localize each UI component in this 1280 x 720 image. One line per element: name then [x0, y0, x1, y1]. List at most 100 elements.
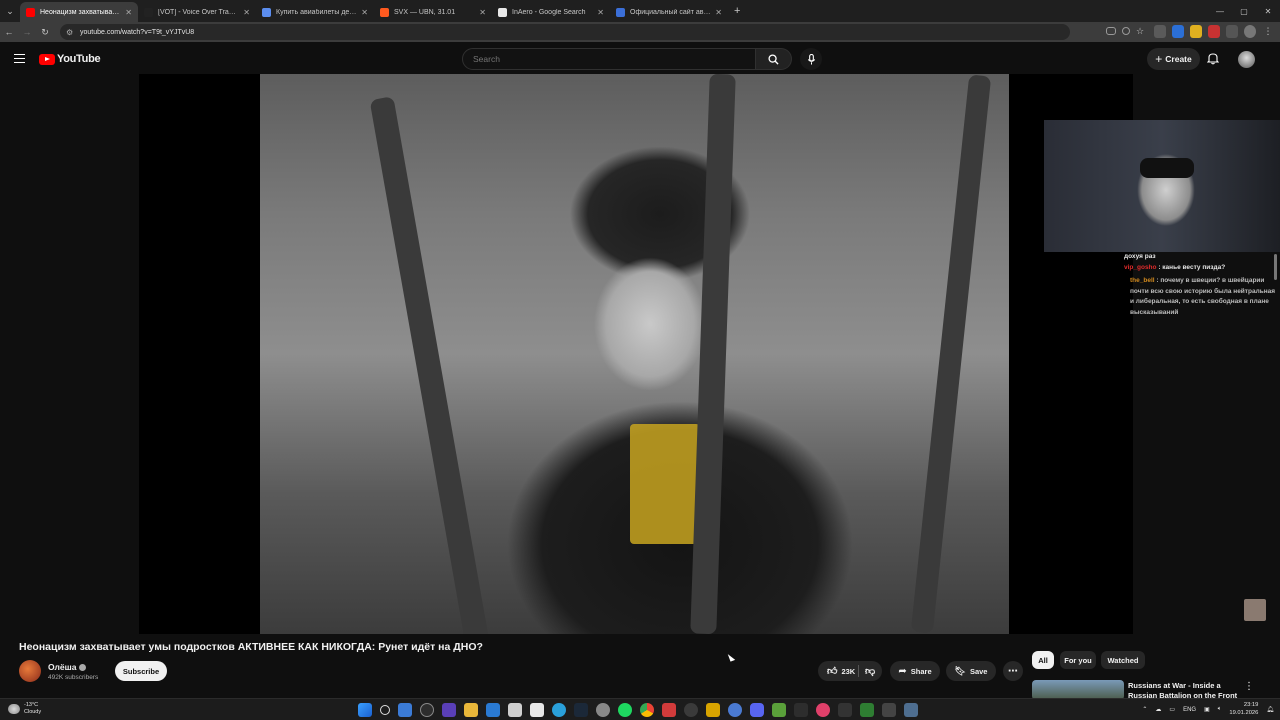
taskbar-search-icon[interactable] [380, 705, 390, 715]
copilot-icon[interactable] [420, 703, 434, 717]
tab-close-icon[interactable]: ✕ [597, 8, 604, 17]
close-window-icon[interactable]: ✕ [1256, 7, 1280, 16]
save-button[interactable]: 🔖︎ Save [946, 661, 996, 681]
chip-all[interactable]: All [1032, 651, 1054, 669]
browser-tab[interactable]: [VOT] - Voice Over Translation ✕ [138, 2, 256, 22]
spotify-icon[interactable] [618, 703, 632, 717]
notification-bell-icon[interactable]: 🔔︎ [1266, 706, 1274, 713]
app-icon-yellow[interactable] [706, 703, 720, 717]
mail-icon[interactable] [486, 703, 500, 717]
verified-icon [79, 664, 87, 672]
chat-scrollbar[interactable] [1274, 254, 1277, 280]
app-icon-active[interactable] [904, 703, 918, 717]
telegram-icon[interactable] [552, 703, 566, 717]
discord-icon[interactable] [750, 703, 764, 717]
account-avatar[interactable] [1238, 51, 1255, 68]
chip-for-you[interactable]: For you [1060, 651, 1096, 669]
weather-widget[interactable]: -13°C Cloudy [8, 702, 41, 716]
browser-tab[interactable]: Купить авиабилеты дешево онлайн ✕ [256, 2, 374, 22]
start-windows-icon[interactable] [358, 703, 372, 717]
chrome-icon[interactable] [640, 703, 654, 717]
site-info-icon[interactable]: ⚙ [66, 28, 76, 37]
app-icon-dark[interactable] [794, 703, 808, 717]
recommendation-thumbnail[interactable] [1032, 680, 1124, 700]
app-icon-pink[interactable] [816, 703, 830, 717]
chip-watched[interactable]: Watched [1101, 651, 1145, 669]
like-count: 23K [841, 666, 856, 676]
chat-message: дохуя раз [1124, 252, 1276, 263]
browser-tab[interactable]: InAero - Google Search ✕ [492, 2, 610, 22]
tab-close-icon[interactable]: ✕ [479, 8, 486, 17]
channel-name-wrap[interactable]: Олёша [48, 662, 87, 672]
extension-icon-2[interactable] [1172, 25, 1184, 38]
tray-app-icon[interactable]: ☁ [1155, 706, 1161, 713]
tab-close-icon[interactable]: ✕ [361, 8, 368, 17]
file-explorer-icon[interactable] [464, 703, 478, 717]
notifications-bell-icon[interactable] [1206, 52, 1220, 70]
forward-icon[interactable]: → [18, 27, 36, 37]
reload-icon[interactable]: ↻ [36, 27, 54, 38]
extensions-puzzle-icon[interactable] [1226, 25, 1238, 38]
profile-icon[interactable] [1244, 25, 1256, 38]
share-button[interactable]: ➦ Share [890, 661, 940, 681]
settings-gear-icon[interactable] [596, 703, 610, 717]
terminal-icon[interactable] [882, 703, 896, 717]
network-icon[interactable]: ▣ [1204, 706, 1210, 713]
channel-row: Олёша 492K subscribers Subscribe 👍︎ 23K … [19, 660, 1029, 684]
maximize-icon[interactable]: ▢ [1232, 7, 1256, 16]
chat-username: vip_gosho [1124, 263, 1157, 271]
browser-tab[interactable]: Официальный сайт авиакомпании✕ [610, 2, 728, 22]
voice-search-button[interactable] [800, 48, 822, 70]
channel-avatar[interactable] [19, 660, 41, 682]
tray-monitor-icon[interactable]: ▭ [1169, 706, 1175, 713]
search-input[interactable] [462, 48, 756, 70]
browser-tab[interactable]: SVX — UBN, 31.01 ✕ [374, 2, 492, 22]
back-icon[interactable]: ← [0, 27, 18, 37]
video-content-bar-1 [369, 96, 491, 634]
video-player[interactable] [139, 74, 1133, 634]
task-app-icon[interactable] [508, 703, 522, 717]
volume-icon[interactable]: 🔈︎ [1218, 706, 1222, 713]
search-icon [768, 53, 779, 65]
app-icon-green[interactable] [860, 703, 874, 717]
calendar-icon[interactable] [530, 703, 544, 717]
minimize-icon[interactable]: — [1208, 7, 1232, 16]
recommendation-more-icon[interactable]: ⋮ [1244, 681, 1254, 692]
tab-favicon-icon [26, 7, 35, 17]
search-button[interactable] [756, 48, 792, 70]
tab-close-icon[interactable]: ✕ [715, 8, 722, 17]
app-icon-red[interactable] [662, 703, 676, 717]
extension-icon-4[interactable] [1208, 25, 1220, 38]
obs-icon[interactable] [684, 703, 698, 717]
browser-icon-blue[interactable] [728, 703, 742, 717]
widgets-icon[interactable] [398, 703, 412, 717]
minecraft-icon[interactable] [772, 703, 786, 717]
cast-icon[interactable] [1106, 27, 1116, 35]
zoom-icon[interactable] [1122, 27, 1130, 35]
extension-icon-3[interactable] [1190, 25, 1202, 38]
tab-close-icon[interactable]: ✕ [125, 8, 132, 17]
more-actions-button[interactable]: ⋯ [1003, 661, 1023, 681]
browser-tab[interactable]: Неонацизм захватывает умы подростков ✕ [20, 2, 138, 22]
visual-studio-icon[interactable] [442, 703, 456, 717]
address-bar[interactable]: ⚙ youtube.com/watch?v=T9t_vYJTvU8 [60, 24, 1070, 40]
tray-chevron-icon[interactable]: ⌃ [1142, 706, 1147, 713]
like-button[interactable]: 👍︎ 23K [818, 665, 858, 677]
extension-icon-1[interactable] [1154, 25, 1166, 38]
create-button[interactable]: + Create [1147, 48, 1200, 70]
youtube-logo[interactable]: YouTube [39, 53, 101, 65]
language-indicator[interactable]: ENG [1183, 707, 1196, 713]
bookmark-star-icon[interactable]: ☆ [1136, 25, 1148, 38]
more-dots-icon: ⋯ [1008, 665, 1018, 677]
menu-hamburger-icon[interactable] [14, 54, 25, 63]
clock[interactable]: 23:19 19.01.2026 [1229, 702, 1258, 717]
tab-search-chevron-icon[interactable]: ⌄ [0, 0, 20, 22]
new-tab-button[interactable]: + [734, 5, 740, 17]
steam-icon[interactable] [574, 703, 588, 717]
tab-close-icon[interactable]: ✕ [243, 8, 250, 17]
app-icon-h[interactable] [838, 703, 852, 717]
dislike-button[interactable]: 👎︎ [859, 665, 875, 677]
tab-favicon-icon [380, 7, 389, 17]
subscribe-button[interactable]: Subscribe [115, 661, 167, 681]
browser-menu-icon[interactable]: ⋮ [1262, 25, 1274, 38]
